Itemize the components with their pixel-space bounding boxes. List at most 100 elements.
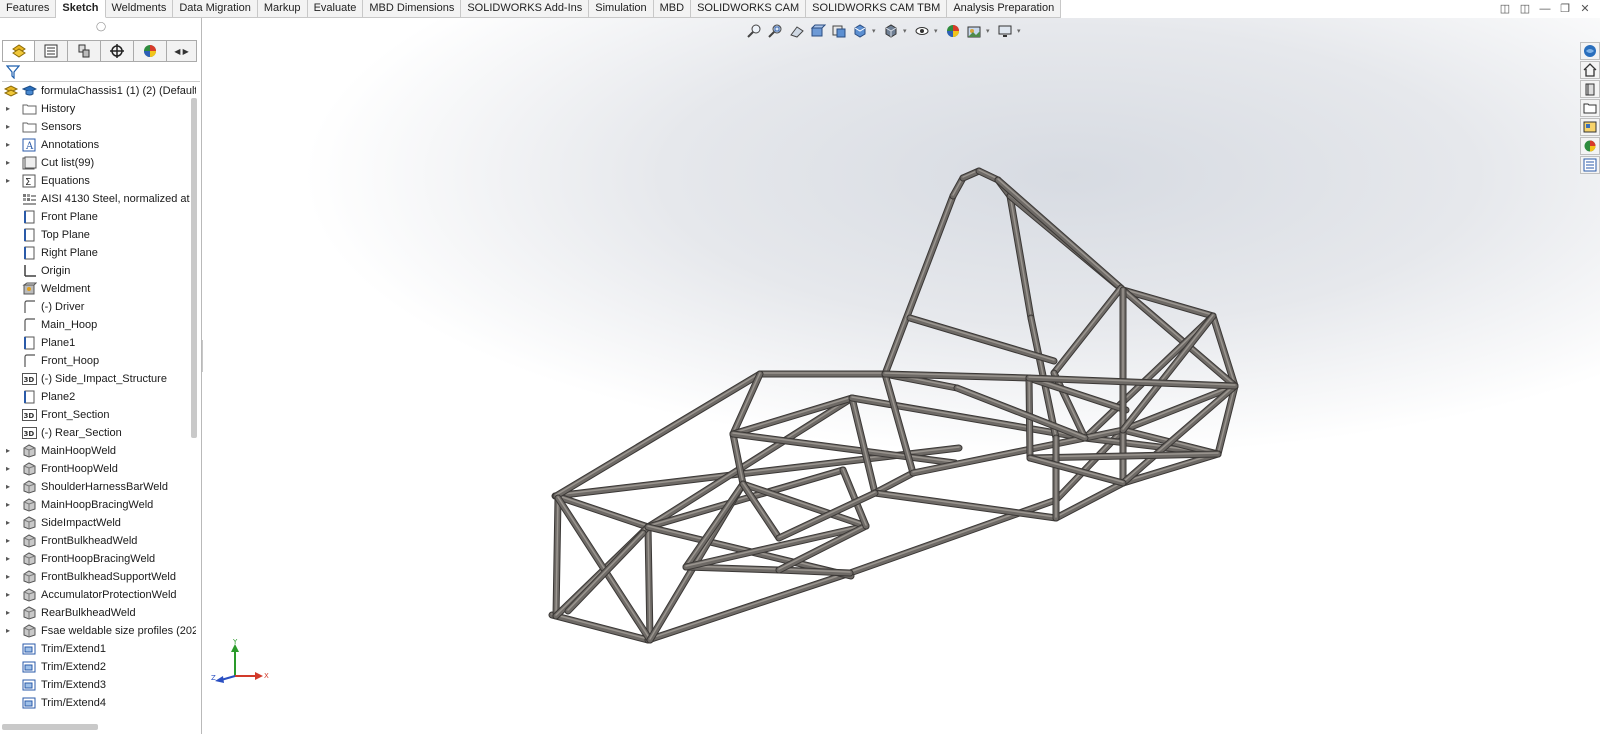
tree-item[interactable]: ▸ FrontHoopBracingWeld xyxy=(0,550,196,568)
graphics-area[interactable]: ▾ ▾ ▾ ▾ ▾ Y X Z xyxy=(203,18,1600,734)
expand-arrow-icon[interactable]: ▸ xyxy=(6,442,14,460)
tree-item[interactable]: ▸ ShoulderHarnessBarWeld xyxy=(0,478,196,496)
tree-item[interactable]: ▸ AccumulatorProtectionWeld xyxy=(0,586,196,604)
frame-tube[interactable] xyxy=(775,566,854,577)
frame-tube[interactable] xyxy=(552,494,562,620)
expand-arrow-icon[interactable]: ▸ xyxy=(6,550,14,568)
tab-sketch[interactable]: Sketch xyxy=(56,0,106,18)
tab-evaluate[interactable]: Evaluate xyxy=(307,0,364,18)
tree-item-label: AISI 4130 Steel, normalized at 870C xyxy=(41,193,196,205)
close-button[interactable]: ✕ xyxy=(1578,2,1592,16)
tab-data-migration[interactable]: Data Migration xyxy=(173,0,258,18)
tree-item[interactable]: 3D (-) Side_Impact_Structure xyxy=(0,370,196,388)
expand-arrow-icon[interactable]: ▸ xyxy=(6,118,14,136)
expand-arrow-icon[interactable]: ▸ xyxy=(6,514,14,532)
tree-item[interactable]: AISI 4130 Steel, normalized at 870C xyxy=(0,190,196,208)
tree-item[interactable]: Plane1 xyxy=(0,334,196,352)
chassis-frame-model[interactable] xyxy=(203,18,1600,734)
frame-tube[interactable] xyxy=(644,569,854,644)
tree-item[interactable]: 3D Front_Section xyxy=(0,406,196,424)
frame-tube[interactable] xyxy=(871,469,917,497)
tree-item[interactable]: ▸ MainHoopBracingWeld xyxy=(0,496,196,514)
tree-item[interactable]: ▸ Fsae weldable size profiles (2022) S xyxy=(0,622,196,640)
tree-item[interactable]: Main_Hoop xyxy=(0,316,196,334)
tree-item[interactable]: ▸ A Annotations xyxy=(0,136,196,154)
tree-item[interactable]: ▸ RearBulkheadWeld xyxy=(0,604,196,622)
tree-item[interactable]: ▸ FrontBulkheadSupportWeld xyxy=(0,568,196,586)
tab-mbd[interactable]: MBD xyxy=(653,0,692,18)
tab-solidworks-cam-tbm[interactable]: SOLIDWORKS CAM TBM xyxy=(806,0,948,18)
tree-item[interactable]: 3D (-) Rear_Section xyxy=(0,424,196,442)
tree-root-part[interactable]: formulaChassis1 (1) (2) (Default< xyxy=(0,82,196,100)
expand-arrow-icon[interactable]: ▸ xyxy=(6,460,14,478)
expand-arrow-icon[interactable]: ▸ xyxy=(6,568,14,586)
tab-analysis-preparation[interactable]: Analysis Preparation xyxy=(947,0,1062,18)
dimxpert-tab[interactable] xyxy=(101,40,134,62)
tree-item[interactable]: Trim/Extend2 xyxy=(0,658,196,676)
frame-tube[interactable] xyxy=(848,394,879,497)
tree-item[interactable]: ▸ History xyxy=(0,100,196,118)
tree-item-label: RearBulkheadWeld xyxy=(41,607,136,619)
frame-tube[interactable] xyxy=(644,523,654,644)
tab-solidworks-cam[interactable]: SOLIDWORKS CAM xyxy=(691,0,807,18)
svg-text:A: A xyxy=(25,141,34,152)
panel-grip[interactable]: ◯ xyxy=(0,18,202,34)
expand-arrow-icon[interactable]: ▸ xyxy=(6,622,14,640)
property-manager-tab[interactable] xyxy=(35,40,68,62)
frame-tube[interactable] xyxy=(881,370,1033,382)
tree-horizontal-scrollbar[interactable] xyxy=(2,724,98,730)
tree-item[interactable]: Front Plane xyxy=(0,208,196,226)
tree-item[interactable]: Plane2 xyxy=(0,388,196,406)
expand-arrow-icon[interactable]: ▸ xyxy=(6,496,14,514)
feature-manager-tab[interactable] xyxy=(2,40,35,62)
frame-tube[interactable] xyxy=(756,370,889,378)
frame-tube[interactable] xyxy=(881,192,957,378)
tree-item[interactable]: (-) Driver xyxy=(0,298,196,316)
tree-item[interactable]: Top Plane xyxy=(0,226,196,244)
tree-item[interactable]: Trim/Extend4 xyxy=(0,694,196,712)
tree-item[interactable]: ▸ FrontHoopWeld xyxy=(0,460,196,478)
tree-item[interactable]: Front_Hoop xyxy=(0,352,196,370)
reference-triad[interactable]: Y X Z xyxy=(211,638,271,688)
tab-weldments[interactable]: Weldments xyxy=(105,0,174,18)
expand-arrow-icon[interactable]: ▸ xyxy=(6,478,14,496)
configuration-manager-tab[interactable] xyxy=(68,40,101,62)
structural-member-icon xyxy=(22,480,37,494)
tab-mbd-dimensions[interactable]: MBD Dimensions xyxy=(363,0,462,18)
frame-tube[interactable] xyxy=(1050,284,1125,377)
expand-arrow-icon[interactable]: ▸ xyxy=(6,532,14,550)
minimize-button[interactable]: — xyxy=(1538,2,1552,16)
expand-arrow-icon[interactable]: ▸ xyxy=(6,154,14,172)
frame-tube[interactable] xyxy=(846,496,1060,577)
tab-features[interactable]: Features xyxy=(0,0,57,18)
tree-item[interactable]: Origin xyxy=(0,262,196,280)
expand-arrow-icon[interactable]: ▸ xyxy=(6,136,14,154)
tree-item[interactable]: Trim/Extend3 xyxy=(0,676,196,694)
tree-item[interactable]: ▸ Cut list(99) xyxy=(0,154,196,172)
frame-tube[interactable] xyxy=(564,529,647,615)
frame-tube[interactable] xyxy=(871,489,1060,522)
tile-right-icon[interactable]: ◫ xyxy=(1518,2,1532,16)
tree-item[interactable]: Weldment xyxy=(0,280,196,298)
tree-item-label: Trim/Extend2 xyxy=(41,661,107,673)
tree-item[interactable]: Right Plane xyxy=(0,244,196,262)
tab-scroll-arrows[interactable]: ◀ ▶ xyxy=(167,40,197,62)
display-manager-tab[interactable] xyxy=(134,40,167,62)
tree-item[interactable]: ▸ SideImpactWeld xyxy=(0,514,196,532)
tree-item[interactable]: ▸ Sensors xyxy=(0,118,196,136)
expand-arrow-icon[interactable]: ▸ xyxy=(6,100,14,118)
tab-simulation[interactable]: Simulation xyxy=(589,0,654,18)
tree-item[interactable]: ▸ MainHoopWeld xyxy=(0,442,196,460)
tab-solidworks-add-ins[interactable]: SOLIDWORKS Add-Ins xyxy=(461,0,590,18)
tree-item[interactable]: ▸ FrontBulkheadWeld xyxy=(0,532,196,550)
expand-arrow-icon[interactable]: ▸ xyxy=(6,586,14,604)
expand-arrow-icon[interactable]: ▸ xyxy=(6,172,14,190)
tree-vertical-scrollbar[interactable] xyxy=(191,98,197,438)
restore-button[interactable]: ❐ xyxy=(1558,2,1572,16)
filter-icon[interactable] xyxy=(6,65,20,79)
tree-item[interactable]: Trim/Extend1 xyxy=(0,640,196,658)
tab-markup[interactable]: Markup xyxy=(257,0,308,18)
tile-left-icon[interactable]: ◫ xyxy=(1498,2,1512,16)
tree-item[interactable]: ▸ Σ Equations xyxy=(0,172,196,190)
expand-arrow-icon[interactable]: ▸ xyxy=(6,604,14,622)
